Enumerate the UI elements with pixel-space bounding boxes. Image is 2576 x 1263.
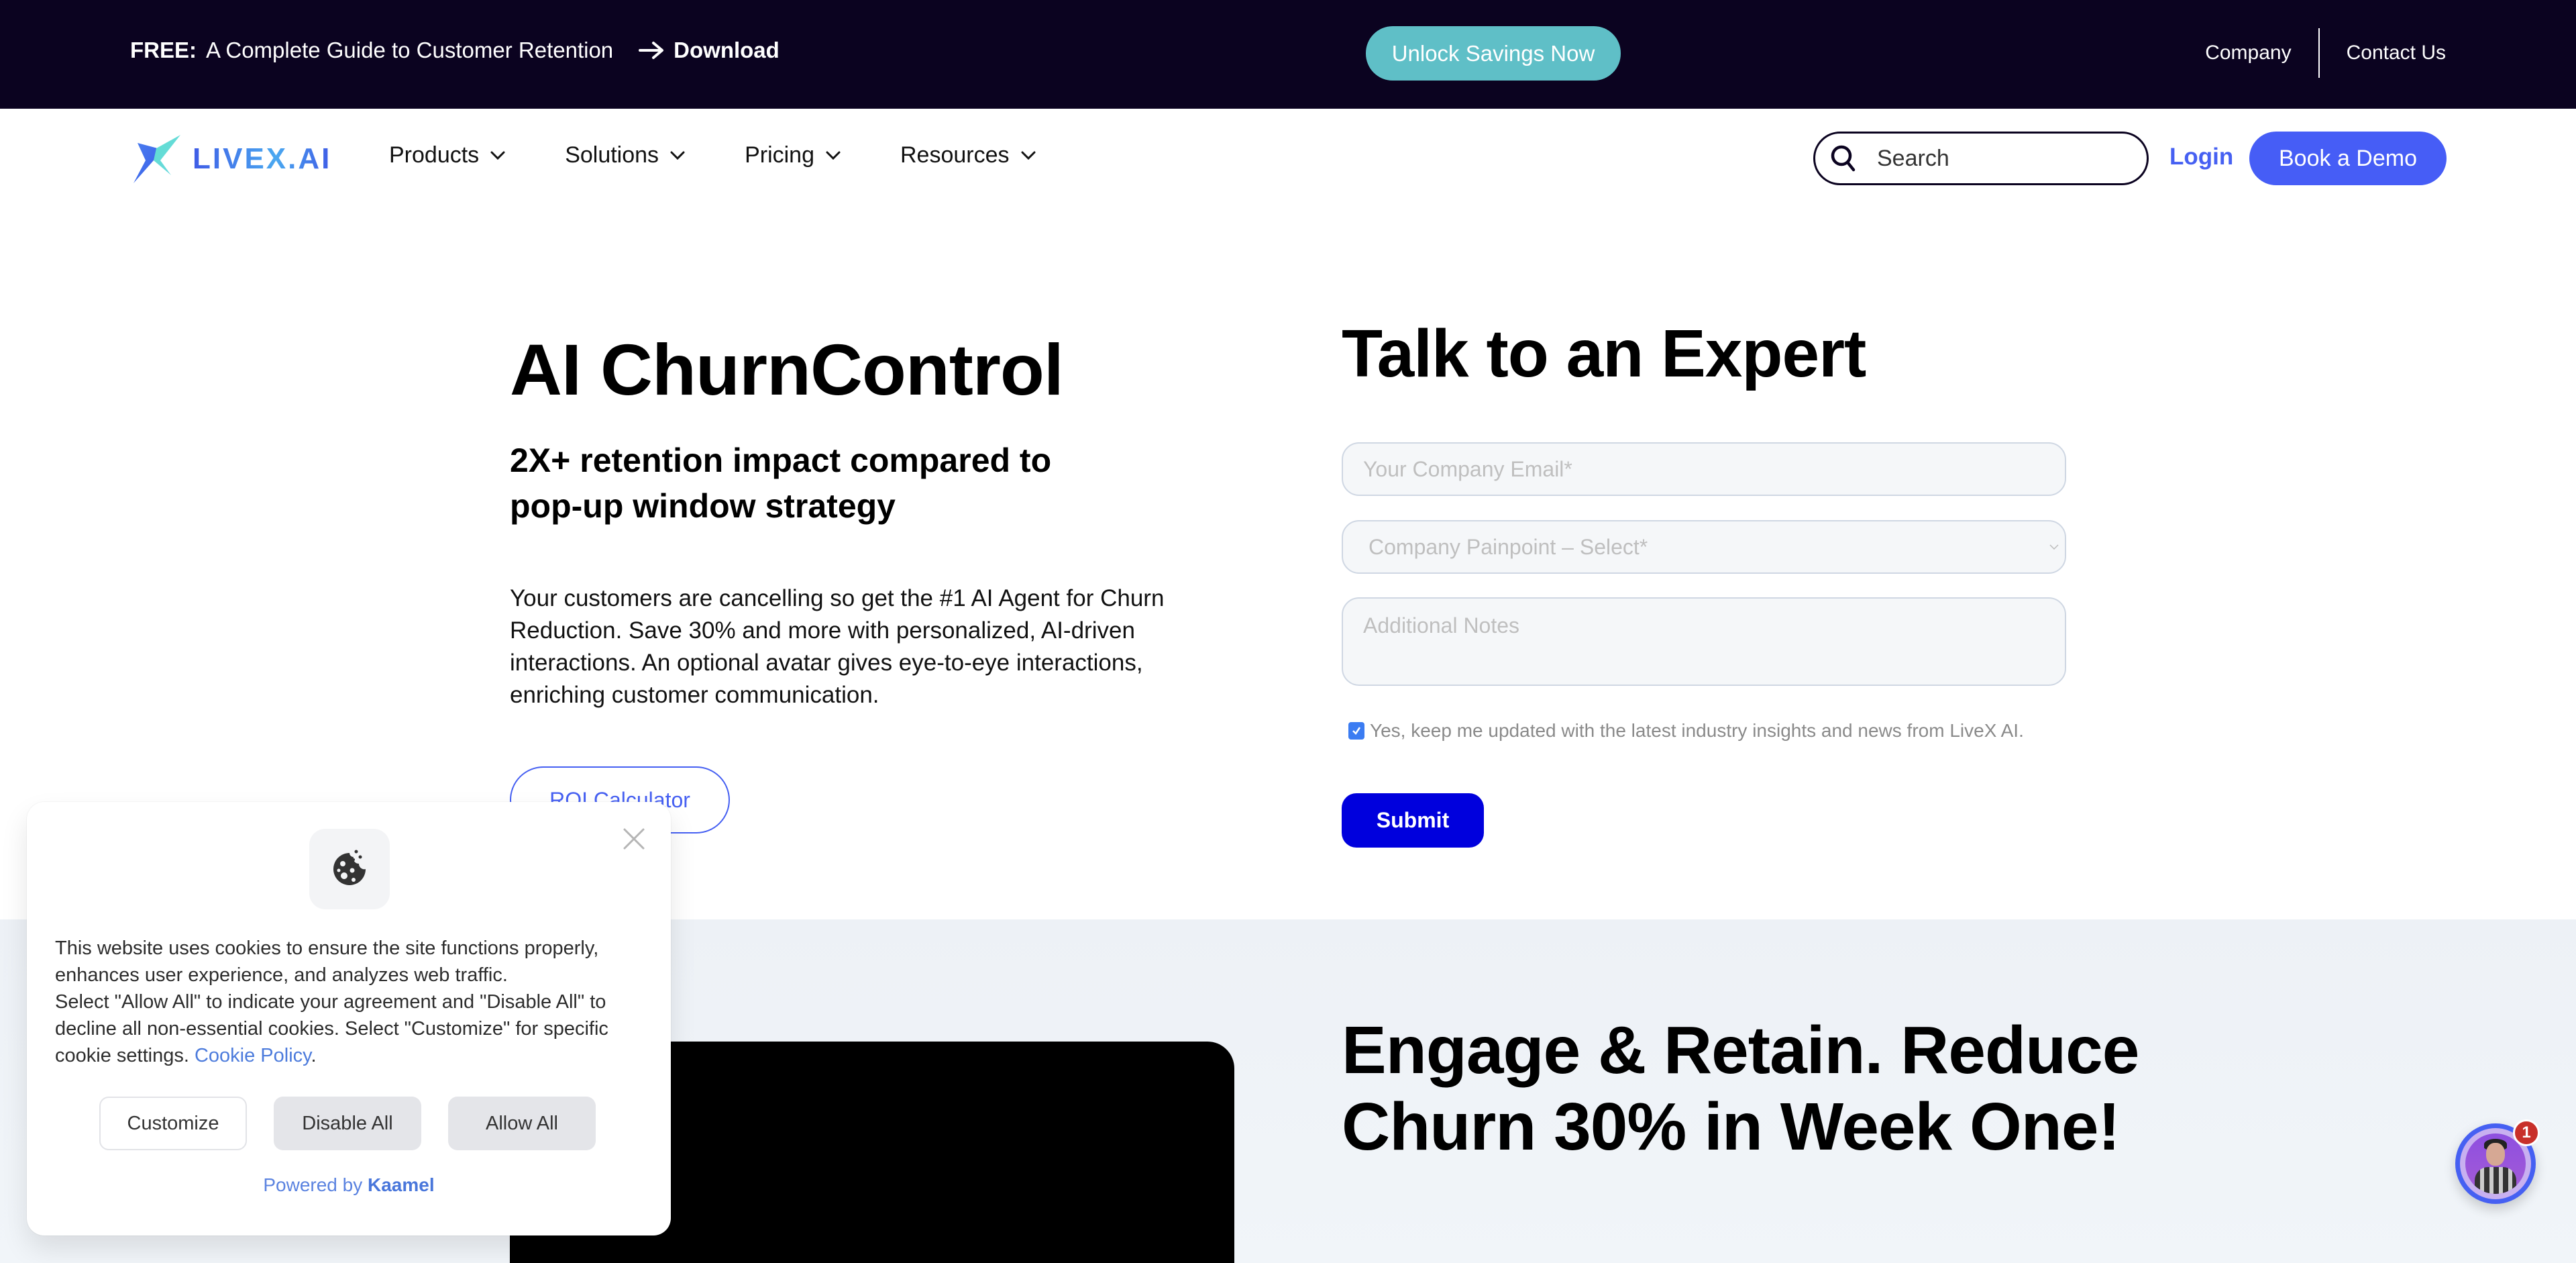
unlock-savings-button[interactable]: Unlock Savings Now	[1366, 26, 1621, 81]
cookie-icon	[333, 850, 366, 885]
promo-banner: FREE: A Complete Guide to Customer Reten…	[130, 38, 780, 63]
download-label: Download	[674, 38, 780, 62]
main-nav: LIVEX.AI Products Solutions Pricing Reso…	[0, 109, 2576, 206]
newsletter-consent: Yes, keep me updated with the latest ind…	[1348, 720, 2024, 742]
promo-free-label: FREE:	[130, 38, 197, 62]
nav-item-label: Solutions	[565, 142, 659, 168]
chat-widget-button[interactable]: 1	[2455, 1119, 2540, 1204]
disable-all-button[interactable]: Disable All	[274, 1097, 421, 1150]
submit-button[interactable]: Submit	[1342, 793, 1484, 848]
avatar-head	[2486, 1143, 2505, 1166]
hero-description: Your customers are cancelling so get the…	[510, 585, 1165, 708]
cookie-actions: Customize Disable All Allow All	[99, 1097, 623, 1150]
announcement-bar: FREE: A Complete Guide to Customer Reten…	[0, 0, 2576, 109]
cookie-icon-box	[309, 829, 390, 909]
nav-item-solutions[interactable]: Solutions	[565, 142, 686, 168]
top-links: Company Contact Us	[2205, 28, 2446, 78]
nav-item-resources[interactable]: Resources	[900, 142, 1036, 168]
search-icon	[1831, 145, 1856, 172]
painpoint-select[interactable]: Company Painpoint – Select*	[1342, 520, 2066, 574]
form-title: Talk to an Expert	[1342, 316, 1866, 391]
engage-headline: Engage & Retain. Reduce Churn 30% in Wee…	[1342, 1013, 2139, 1164]
nav-item-label: Resources	[900, 142, 1010, 168]
search-input[interactable]	[1877, 145, 2118, 172]
cookie-message-part1: This website uses cookies to ensure the …	[55, 938, 599, 986]
customize-button[interactable]: Customize	[99, 1097, 247, 1150]
cookie-consent-dialog: This website uses cookies to ensure the …	[27, 802, 671, 1235]
consent-label: Yes, keep me updated with the latest ind…	[1370, 720, 2024, 741]
nav-item-label: Pricing	[745, 142, 814, 168]
powered-by: Powered by Kaamel	[27, 1174, 671, 1196]
allow-all-button[interactable]: Allow All	[448, 1097, 596, 1150]
login-link[interactable]: Login	[2169, 144, 2233, 170]
chevron-down-icon	[1021, 151, 1036, 160]
cookie-message: This website uses cookies to ensure the …	[55, 935, 659, 1069]
painpoint-selected-value: Company Painpoint – Select*	[1368, 534, 1648, 559]
hero-title: AI ChurnControl	[510, 329, 1064, 410]
close-icon[interactable]	[623, 827, 645, 850]
nav-menu: Products Solutions Pricing Resources	[389, 142, 1095, 168]
chevron-down-icon	[826, 151, 841, 160]
company-link[interactable]: Company	[2205, 42, 2291, 64]
period: .	[311, 1045, 317, 1066]
download-link[interactable]: Download	[639, 38, 780, 63]
contact-us-link[interactable]: Contact Us	[2347, 42, 2446, 64]
email-field[interactable]	[1342, 442, 2066, 496]
logo-text: LIVEX.AI	[193, 142, 332, 175]
avatar-body	[2475, 1167, 2516, 1194]
checkmark-icon	[1352, 727, 1361, 735]
divider	[2318, 28, 2320, 78]
kaamel-link[interactable]: Kaamel	[368, 1174, 435, 1195]
chevron-down-icon	[490, 151, 505, 160]
nav-item-label: Products	[389, 142, 480, 168]
logo[interactable]: LIVEX.AI	[131, 134, 331, 185]
hero-subtitle: 2X+ retention impact compared to pop-up …	[510, 442, 1052, 525]
chevron-down-icon	[670, 151, 685, 160]
consent-checkbox[interactable]	[1348, 722, 1364, 740]
arrow-right-icon	[639, 42, 664, 59]
promo-text: A Complete Guide to Customer Retention	[206, 38, 614, 62]
notification-badge: 1	[2513, 1119, 2540, 1146]
livex-logo-icon	[133, 135, 180, 183]
powered-by-label: Powered by	[263, 1174, 363, 1195]
notes-field[interactable]	[1342, 597, 2066, 686]
book-demo-button[interactable]: Book a Demo	[2249, 132, 2447, 185]
nav-item-pricing[interactable]: Pricing	[745, 142, 841, 168]
search-box[interactable]	[1813, 132, 2149, 185]
cookie-message-part2: Select "Allow All" to indicate your agre…	[55, 991, 608, 1066]
chevron-down-icon	[2049, 544, 2059, 550]
nav-item-products[interactable]: Products	[389, 142, 506, 168]
cookie-policy-link[interactable]: Cookie Policy	[195, 1045, 311, 1066]
